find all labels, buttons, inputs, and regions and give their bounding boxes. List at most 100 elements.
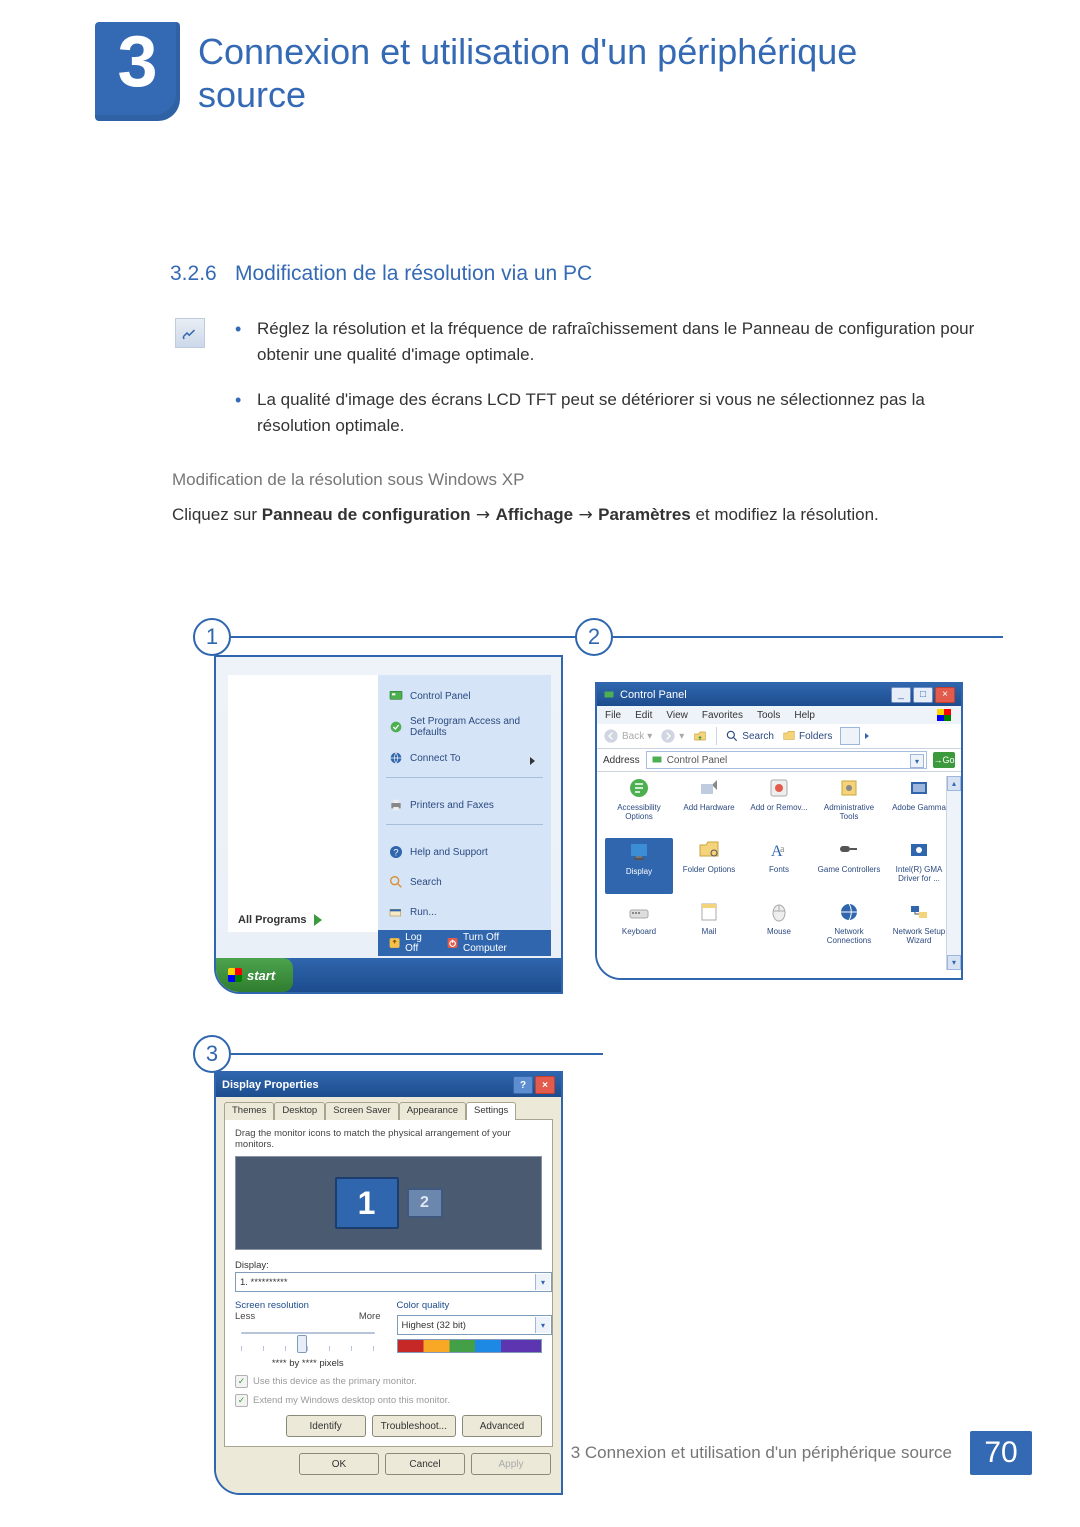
startmenu-printers[interactable]: Printers and Faxes (384, 790, 545, 820)
checkbox-icon: ✓ (235, 1394, 248, 1407)
menu-file[interactable]: File (605, 710, 621, 721)
display-label: Display: (235, 1260, 542, 1271)
turnoff-button[interactable]: Turn Off Computer (446, 932, 541, 954)
window-titlebar: Control Panel _ □ × (597, 684, 961, 706)
startmenu-control-panel[interactable]: Control Panel (384, 681, 545, 711)
monitor-1[interactable]: 1 (335, 1177, 399, 1229)
up-button[interactable] (692, 728, 708, 744)
monitor-layout[interactable]: 1 2 (235, 1156, 542, 1250)
startmenu-item-label: Connect To (410, 753, 460, 764)
menu-help[interactable]: Help (794, 710, 815, 721)
search-button[interactable]: Search (725, 729, 774, 743)
startmenu-all-programs[interactable]: All Programs (238, 914, 322, 926)
startmenu-help[interactable]: ? Help and Support (384, 837, 545, 867)
control-panel-item[interactable]: Mouse (745, 900, 813, 956)
help-icon: ? (388, 844, 404, 860)
color-quality-select[interactable]: Highest (32 bit) ▾ (397, 1315, 553, 1335)
scroll-up-icon[interactable]: ▴ (947, 776, 961, 791)
tab-screensaver[interactable]: Screen Saver (325, 1102, 399, 1120)
cp-item-icon (627, 776, 651, 800)
control-panel-item[interactable]: AaFonts (745, 838, 813, 894)
menu-edit[interactable]: Edit (635, 710, 652, 721)
cp-item-label: Network Setup Wizard (885, 927, 953, 945)
close-button[interactable]: × (535, 1076, 555, 1094)
cp-item-label: Add or Remov... (750, 803, 807, 812)
folders-button[interactable]: Folders (782, 729, 832, 743)
ok-button[interactable]: OK (299, 1453, 379, 1475)
tab-settings[interactable]: Settings (466, 1102, 516, 1120)
search-icon (388, 874, 404, 890)
views-button[interactable] (840, 727, 860, 745)
control-panel-item[interactable]: Network Connections (815, 900, 883, 956)
menu-favorites[interactable]: Favorites (702, 710, 743, 721)
control-panel-item[interactable]: Display (605, 838, 673, 894)
control-panel-item[interactable]: Accessibility Options (605, 776, 673, 832)
cp-item-label: Add Hardware (683, 803, 734, 812)
control-panel-item[interactable]: Add Hardware (675, 776, 743, 832)
cp-item-icon (837, 838, 861, 862)
tab-themes[interactable]: Themes (224, 1102, 274, 1120)
monitor-2[interactable]: 2 (407, 1188, 443, 1218)
color-quality-value: Highest (32 bit) (402, 1320, 466, 1331)
control-panel-item[interactable]: Folder Options (675, 838, 743, 894)
checkbox-icon: ✓ (235, 1375, 248, 1388)
menu-view[interactable]: View (666, 710, 688, 721)
resolution-value: **** by **** pixels (235, 1358, 381, 1369)
troubleshoot-button[interactable]: Troubleshoot... (372, 1415, 456, 1437)
logoff-button[interactable]: Log Off (388, 932, 436, 954)
maximize-button[interactable]: □ (913, 687, 933, 703)
connect-to-icon (388, 750, 404, 766)
resolution-slider[interactable] (235, 1332, 381, 1356)
chevron-down-icon: ▾ (535, 1317, 550, 1333)
control-panel-item[interactable]: Administrative Tools (815, 776, 883, 832)
startmenu-search[interactable]: Search (384, 867, 545, 897)
tabs: Themes Desktop Screen Saver Appearance S… (224, 1101, 553, 1119)
forward-button[interactable]: ▾ (660, 728, 684, 744)
control-panel-item[interactable]: Keyboard (605, 900, 673, 956)
cp-item-label: Adobe Gamma (892, 803, 946, 812)
chevron-down-icon[interactable]: ▾ (910, 754, 924, 768)
startmenu-connect-to[interactable]: Connect To (384, 743, 545, 773)
go-button[interactable]: → Go (933, 752, 955, 768)
tab-desktop[interactable]: Desktop (274, 1102, 325, 1120)
chapter-title: Connexion et utilisation d'un périphériq… (198, 30, 958, 116)
control-panel-item[interactable]: Mail (675, 900, 743, 956)
cp-item-label: Display (626, 867, 652, 876)
window-title: Display Properties (222, 1079, 319, 1091)
control-panel-item[interactable]: Intel(R) GMA Driver for ... (885, 838, 953, 894)
slider-thumb[interactable] (297, 1335, 307, 1353)
cp-item-label: Administrative Tools (815, 803, 883, 821)
cp-item-icon (907, 776, 931, 800)
minimize-button[interactable]: _ (891, 687, 911, 703)
menubar: File Edit View Favorites Tools Help (597, 706, 961, 724)
svg-text:a: a (780, 844, 785, 855)
turnoff-label: Turn Off Computer (463, 932, 541, 954)
apply-button[interactable]: Apply (471, 1453, 551, 1475)
tab-appearance[interactable]: Appearance (399, 1102, 466, 1120)
primary-monitor-checkbox: ✓ Use this device as the primary monitor… (235, 1375, 542, 1388)
start-button[interactable]: start (216, 958, 293, 992)
display-select[interactable]: 1. ********** ▾ (235, 1272, 552, 1292)
advanced-button[interactable]: Advanced (462, 1415, 542, 1437)
startmenu-run[interactable]: Run... (384, 897, 545, 927)
section-title: Modification de la résolution via un PC (235, 262, 592, 286)
all-programs-label: All Programs (238, 914, 306, 926)
close-button[interactable]: × (935, 687, 955, 703)
chevron-right-icon (314, 914, 322, 926)
cp-item-label: Keyboard (622, 927, 656, 936)
scrollbar[interactable]: ▴ ▾ (946, 776, 961, 970)
startmenu-program-access[interactable]: Set Program Access and Defaults (384, 711, 545, 743)
help-button[interactable]: ? (513, 1076, 533, 1094)
cancel-button[interactable]: Cancel (385, 1453, 465, 1475)
startmenu-power-row: Log Off Turn Off Computer (378, 930, 551, 956)
address-field[interactable]: Control Panel ▾ (646, 751, 927, 769)
back-button[interactable]: Back ▾ (603, 728, 652, 744)
control-panel-item[interactable]: Network Setup Wizard (885, 900, 953, 956)
startmenu-item-label: Search (410, 877, 442, 888)
scroll-down-icon[interactable]: ▾ (947, 955, 961, 970)
control-panel-item[interactable]: Game Controllers (815, 838, 883, 894)
menu-tools[interactable]: Tools (757, 710, 780, 721)
control-panel-item[interactable]: Adobe Gamma (885, 776, 953, 832)
identify-button[interactable]: Identify (286, 1415, 366, 1437)
control-panel-item[interactable]: Add or Remov... (745, 776, 813, 832)
